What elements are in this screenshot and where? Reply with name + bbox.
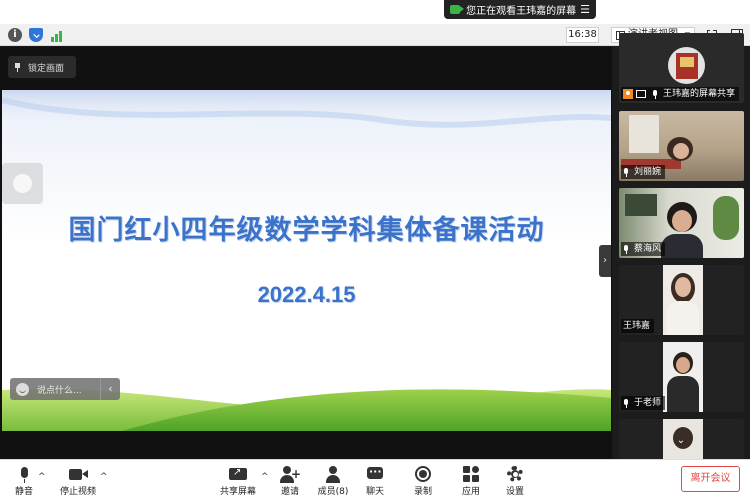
chat-label: 聊天: [365, 487, 384, 497]
participant-name: 王玮嘉的屏幕共享: [663, 89, 736, 99]
chat-placeholder[interactable]: 说点什么...: [37, 383, 100, 396]
participant-name: 刘丽婉: [634, 167, 662, 177]
emoji-icon[interactable]: [16, 382, 29, 396]
participant-label: 王玮嘉的屏幕共享: [621, 87, 740, 101]
video-feed: [663, 342, 703, 412]
participant-name: 蔡海风: [634, 244, 662, 254]
meeting-window: 您正在观看王玮嘉的屏幕 ☰ i 16:38 演讲者视图 ▼ 锁定画面: [0, 0, 750, 503]
title-bar: 您正在观看王玮嘉的屏幕 ☰: [0, 0, 750, 24]
host-icon: [623, 89, 633, 99]
chevron-down-icon[interactable]: ⌄: [673, 435, 689, 447]
pin-icon: [14, 62, 21, 72]
share-banner-text: 您正在观看王玮嘉的屏幕: [466, 6, 577, 17]
chat-icon: [365, 464, 385, 486]
chat-input-pill[interactable]: 说点什么... ‹: [10, 378, 120, 400]
chevron-up-icon[interactable]: ^: [261, 472, 269, 482]
participant-label: 王玮嘉: [621, 319, 655, 333]
collapse-gallery-button[interactable]: ›: [599, 245, 611, 277]
record-icon: [413, 464, 433, 486]
apps-button[interactable]: 应用: [458, 464, 484, 502]
share-screen-icon: [228, 464, 248, 486]
menu-icon[interactable]: ☰: [580, 3, 590, 16]
microphone-icon: [19, 464, 30, 486]
meeting-controls-bar: 静音 ^ 停止视频 ^ 共享屏幕 ^ 邀请 成员(8) 聊天 录制: [0, 459, 750, 503]
floating-handle[interactable]: [2, 163, 43, 204]
participant-tile[interactable]: 王玮嘉的屏幕共享: [619, 33, 744, 103]
stop-video-label: 停止视频: [59, 487, 96, 497]
share-screen-label: 共享屏幕: [219, 487, 256, 497]
lock-screen-label: 锁定画面: [28, 63, 65, 74]
participant-label: 蔡海风: [621, 242, 666, 256]
gear-icon: [505, 464, 525, 486]
participant-tile[interactable]: ⌄: [619, 419, 744, 459]
participant-tile-active[interactable]: 蔡海风: [619, 188, 744, 258]
chat-button[interactable]: 聊天: [362, 464, 388, 502]
meeting-time: 16:38: [566, 27, 599, 43]
invite-button[interactable]: 邀请: [276, 464, 304, 502]
participant-tile[interactable]: 刘丽婉: [619, 111, 744, 181]
add-user-icon: [280, 464, 301, 486]
microphone-icon: [623, 398, 629, 408]
apps-icon: [461, 464, 481, 486]
share-banner[interactable]: 您正在观看王玮嘉的屏幕 ☰: [444, 0, 596, 19]
apps-label: 应用: [461, 487, 480, 497]
microphone-icon: [623, 167, 629, 177]
members-button[interactable]: 成员(8): [314, 464, 352, 502]
record-label: 录制: [413, 487, 432, 497]
invite-label: 邀请: [280, 487, 299, 497]
lock-screen-button[interactable]: 锁定画面: [8, 56, 76, 78]
settings-label: 设置: [505, 487, 524, 497]
members-label: 成员(8): [317, 487, 349, 497]
stop-video-button[interactable]: 停止视频: [56, 464, 100, 502]
members-icon: [323, 464, 343, 486]
participant-name: 于老师: [634, 398, 662, 408]
signal-icon[interactable]: [51, 28, 65, 42]
chevron-left-icon[interactable]: ‹: [100, 378, 120, 400]
shield-icon[interactable]: [29, 28, 43, 42]
video-camera-icon: [68, 464, 88, 486]
participant-tile[interactable]: 王玮嘉: [619, 265, 744, 335]
participant-tile[interactable]: 于老师: [619, 342, 744, 412]
record-button[interactable]: 录制: [410, 464, 436, 502]
participant-name: 王玮嘉: [623, 321, 651, 331]
slide-title: 国门红小四年级数学学科集体备课活动: [68, 215, 545, 246]
microphone-icon: [652, 89, 658, 99]
settings-button[interactable]: 设置: [502, 464, 528, 502]
mute-label: 静音: [14, 487, 33, 497]
screen-share-icon: [636, 90, 646, 98]
video-camera-icon: [450, 5, 465, 14]
avatar: [668, 47, 705, 84]
shared-screen-area: 锁定画面 国门红小四年级数学学科集体备课活动 2022.4.15 说点什么...…: [0, 47, 612, 459]
participant-label: 于老师: [621, 396, 666, 410]
participant-gallery: 王玮嘉的屏幕共享 刘丽婉 蔡海风 王玮嘉 于老师 ⌄: [613, 33, 750, 459]
chevron-up-icon[interactable]: ^: [38, 472, 46, 482]
chevron-up-icon[interactable]: ^: [100, 472, 108, 482]
slide-date: 2022.4.15: [257, 282, 356, 307]
video-feed: [663, 265, 703, 335]
mute-button[interactable]: 静音: [10, 464, 38, 502]
participant-label: 刘丽婉: [621, 165, 666, 179]
share-screen-button[interactable]: 共享屏幕: [218, 464, 258, 502]
leave-meeting-button[interactable]: 离开会议: [681, 466, 740, 492]
info-icon[interactable]: i: [8, 28, 22, 42]
microphone-icon: [623, 244, 629, 254]
